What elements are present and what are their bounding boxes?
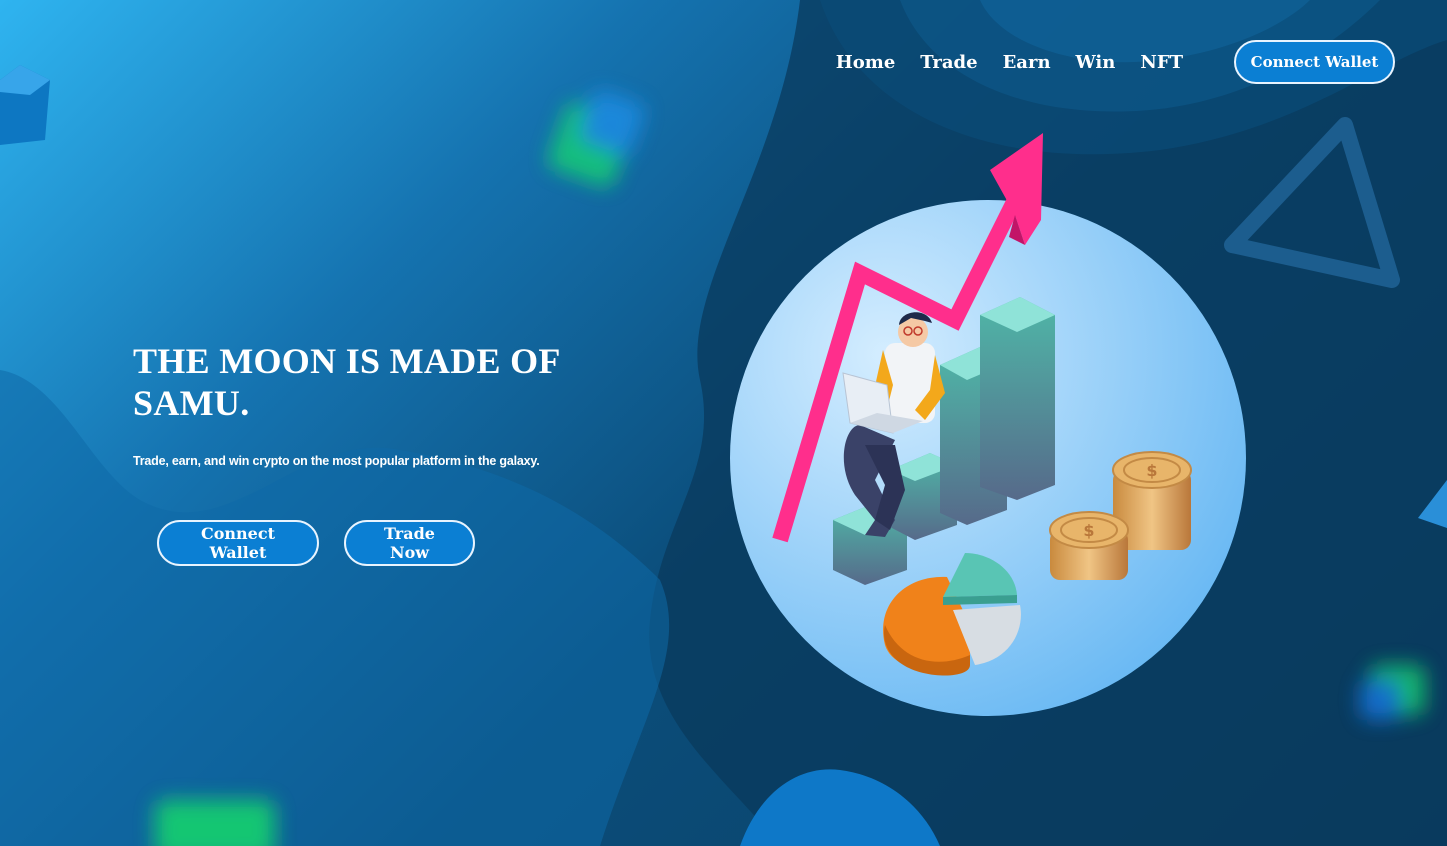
growth-illustration: $ $ [730,133,1246,716]
top-navigation: Home Trade Earn Win NFT Connect Wallet [836,40,1395,84]
hero-title-line1: THE MOON IS MADE OF [133,341,561,381]
hero-title-line2: SAMU. [133,383,250,423]
nav-earn-link[interactable]: Earn [1003,52,1051,73]
nav-home-link[interactable]: Home [836,52,896,73]
svg-text:$: $ [1146,461,1157,480]
hero-title: THE MOON IS MADE OF SAMU. [133,340,653,424]
hero-connect-wallet-button[interactable]: Connect Wallet [157,520,319,566]
hero-buttons: Connect Wallet Trade Now [157,520,475,566]
hero-trade-now-button[interactable]: Trade Now [344,520,475,566]
svg-text:$: $ [1083,521,1094,540]
nav-links: Home Trade Earn Win NFT [836,52,1183,73]
nav-win-link[interactable]: Win [1076,52,1116,73]
hero-subtitle: Trade, earn, and win crypto on the most … [133,454,540,468]
nav-connect-wallet-button[interactable]: Connect Wallet [1234,40,1395,84]
nav-trade-link[interactable]: Trade [920,52,977,73]
hero-section: THE MOON IS MADE OF SAMU. Trade, earn, a… [133,340,653,468]
nav-nft-link[interactable]: NFT [1140,52,1183,73]
